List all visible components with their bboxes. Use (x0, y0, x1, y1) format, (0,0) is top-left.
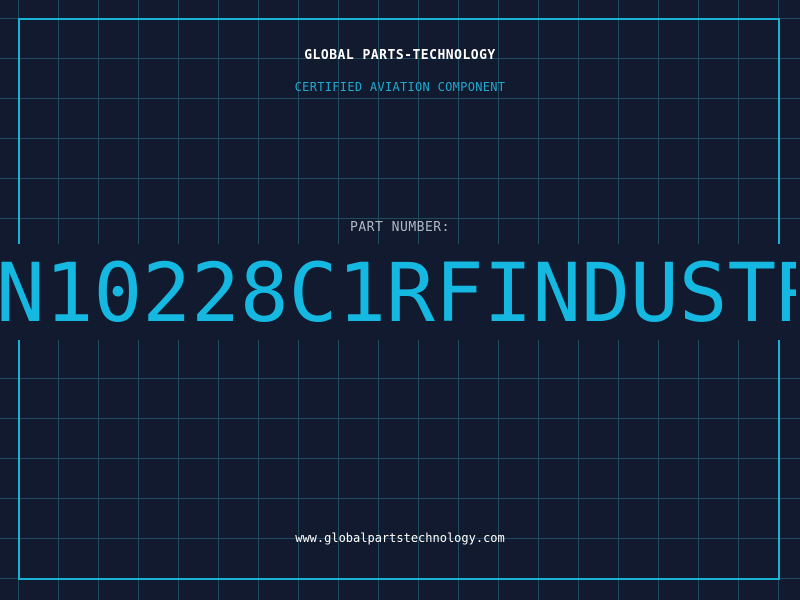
part-number-label: PART NUMBER: (350, 220, 450, 235)
company-name: GLOBAL PARTS-TECHNOLOGY (304, 48, 496, 63)
website-url: www.globalpartstechnology.com (295, 531, 505, 545)
certificate-canvas: GLOBAL PARTS-TECHNOLOGY CERTIFIED AVIATI… (0, 0, 800, 600)
part-number-value: N10228C1RFINDUSTRI (0, 252, 796, 336)
certification-subtitle: CERTIFIED AVIATION COMPONENT (294, 80, 506, 94)
